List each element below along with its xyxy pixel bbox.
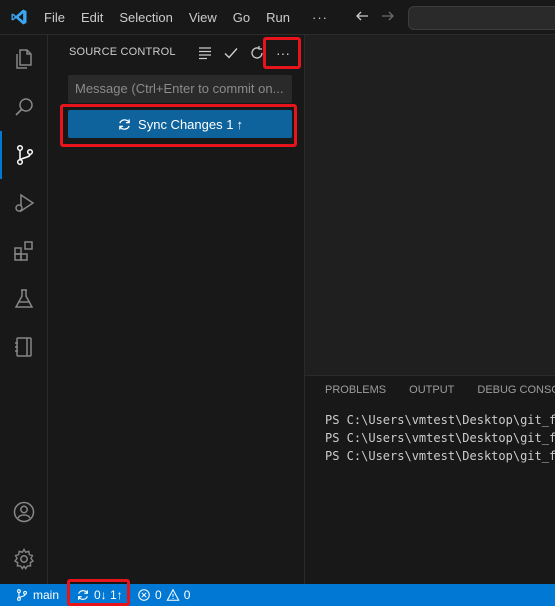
menu-edit[interactable]: Edit bbox=[73, 10, 111, 25]
outgoing-arrow-icon: ↑ bbox=[236, 116, 243, 132]
title-bar: File Edit Selection View Go Run ··· bbox=[0, 0, 555, 35]
menu-view[interactable]: View bbox=[181, 10, 225, 25]
sync-button-label: Sync Changes 1 bbox=[138, 116, 234, 132]
terminal-line: PS C:\Users\vmtest\Desktop\git_fo bbox=[325, 449, 555, 463]
vscode-logo-icon bbox=[11, 9, 27, 25]
notebook-icon bbox=[15, 337, 32, 357]
menu-selection[interactable]: Selection bbox=[111, 10, 180, 25]
sync-changes-button[interactable]: Sync Changes 1 ↑ bbox=[68, 110, 292, 138]
commit-message-input[interactable]: Message (Ctrl+Enter to commit on... bbox=[68, 75, 292, 103]
source-control-sidebar: SOURCE CONTROL ··· Message (Ctrl+Enter t… bbox=[48, 35, 305, 584]
tab-debug-console[interactable]: DEBUG CONSOLE bbox=[477, 384, 555, 396]
branch-name: main bbox=[33, 588, 60, 602]
status-bar: main 0↓ 1↑ 0 0 bbox=[0, 584, 555, 606]
activity-explorer[interactable] bbox=[0, 35, 48, 83]
activity-notebook[interactable] bbox=[0, 323, 48, 371]
view-as-tree-icon bbox=[199, 47, 211, 60]
sync-counts: 0↓ 1↑ bbox=[94, 588, 123, 602]
activity-manage[interactable] bbox=[0, 535, 48, 583]
command-center-search[interactable] bbox=[408, 6, 555, 30]
warning-count: 0 bbox=[183, 588, 191, 602]
refresh-icon bbox=[251, 46, 263, 59]
menu-more[interactable]: ··· bbox=[298, 10, 336, 25]
warning-icon bbox=[166, 588, 180, 601]
activity-run-debug[interactable] bbox=[0, 179, 48, 227]
panel-tabs: PROBLEMS OUTPUT DEBUG CONSOLE bbox=[325, 384, 555, 396]
editor-area bbox=[305, 35, 555, 375]
menu-bar: File Edit Selection View Go Run ··· bbox=[36, 0, 336, 35]
branch-icon bbox=[17, 589, 27, 601]
back-arrow-icon[interactable] bbox=[354, 8, 370, 24]
activity-source-control[interactable] bbox=[0, 131, 48, 179]
testing-icon bbox=[14, 289, 34, 308]
activity-account[interactable] bbox=[0, 488, 48, 536]
terminal-output[interactable]: PS C:\Users\vmtest\Desktop\git_fo PS C:\… bbox=[325, 411, 555, 465]
view-as-tree-button[interactable] bbox=[192, 43, 218, 63]
tab-output[interactable]: OUTPUT bbox=[409, 384, 454, 396]
sidebar-actions: ··· bbox=[192, 43, 296, 63]
nav-arrows bbox=[354, 8, 396, 24]
run-debug-icon bbox=[15, 193, 35, 213]
commit-button[interactable] bbox=[218, 43, 244, 63]
status-problems[interactable]: 0 0 bbox=[137, 584, 190, 606]
refresh-button[interactable] bbox=[244, 43, 270, 63]
error-icon bbox=[138, 589, 150, 601]
activity-bar bbox=[0, 35, 48, 584]
activity-testing[interactable] bbox=[0, 275, 48, 323]
search-icon bbox=[15, 98, 33, 116]
commit-check-icon bbox=[224, 48, 238, 59]
sync-icon bbox=[78, 590, 88, 600]
activity-search[interactable] bbox=[0, 83, 48, 131]
terminal-line: PS C:\Users\vmtest\Desktop\git_fo bbox=[325, 431, 555, 445]
more-actions-button[interactable]: ··· bbox=[270, 43, 296, 63]
activity-extensions[interactable] bbox=[0, 227, 48, 275]
bottom-panel: PROBLEMS OUTPUT DEBUG CONSOLE PS C:\User… bbox=[305, 375, 555, 584]
menu-go[interactable]: Go bbox=[225, 10, 258, 25]
more-actions-icon: ··· bbox=[276, 45, 290, 61]
menu-run[interactable]: Run bbox=[258, 10, 298, 25]
forward-arrow-icon[interactable] bbox=[380, 8, 396, 24]
extensions-icon bbox=[14, 241, 33, 261]
account-icon bbox=[13, 501, 35, 523]
sync-icon bbox=[119, 118, 130, 130]
terminal-line: PS C:\Users\vmtest\Desktop\git_fo bbox=[325, 413, 555, 427]
source-control-icon bbox=[16, 144, 34, 166]
status-branch[interactable]: main bbox=[15, 584, 59, 606]
menu-file[interactable]: File bbox=[36, 10, 73, 25]
tab-problems[interactable]: PROBLEMS bbox=[325, 384, 386, 396]
status-sync[interactable]: 0↓ 1↑ bbox=[76, 584, 123, 606]
explorer-icon bbox=[16, 49, 32, 69]
sidebar-title: SOURCE CONTROL bbox=[69, 46, 176, 58]
settings-gear-icon bbox=[13, 548, 35, 570]
error-count: 0 bbox=[155, 588, 162, 602]
